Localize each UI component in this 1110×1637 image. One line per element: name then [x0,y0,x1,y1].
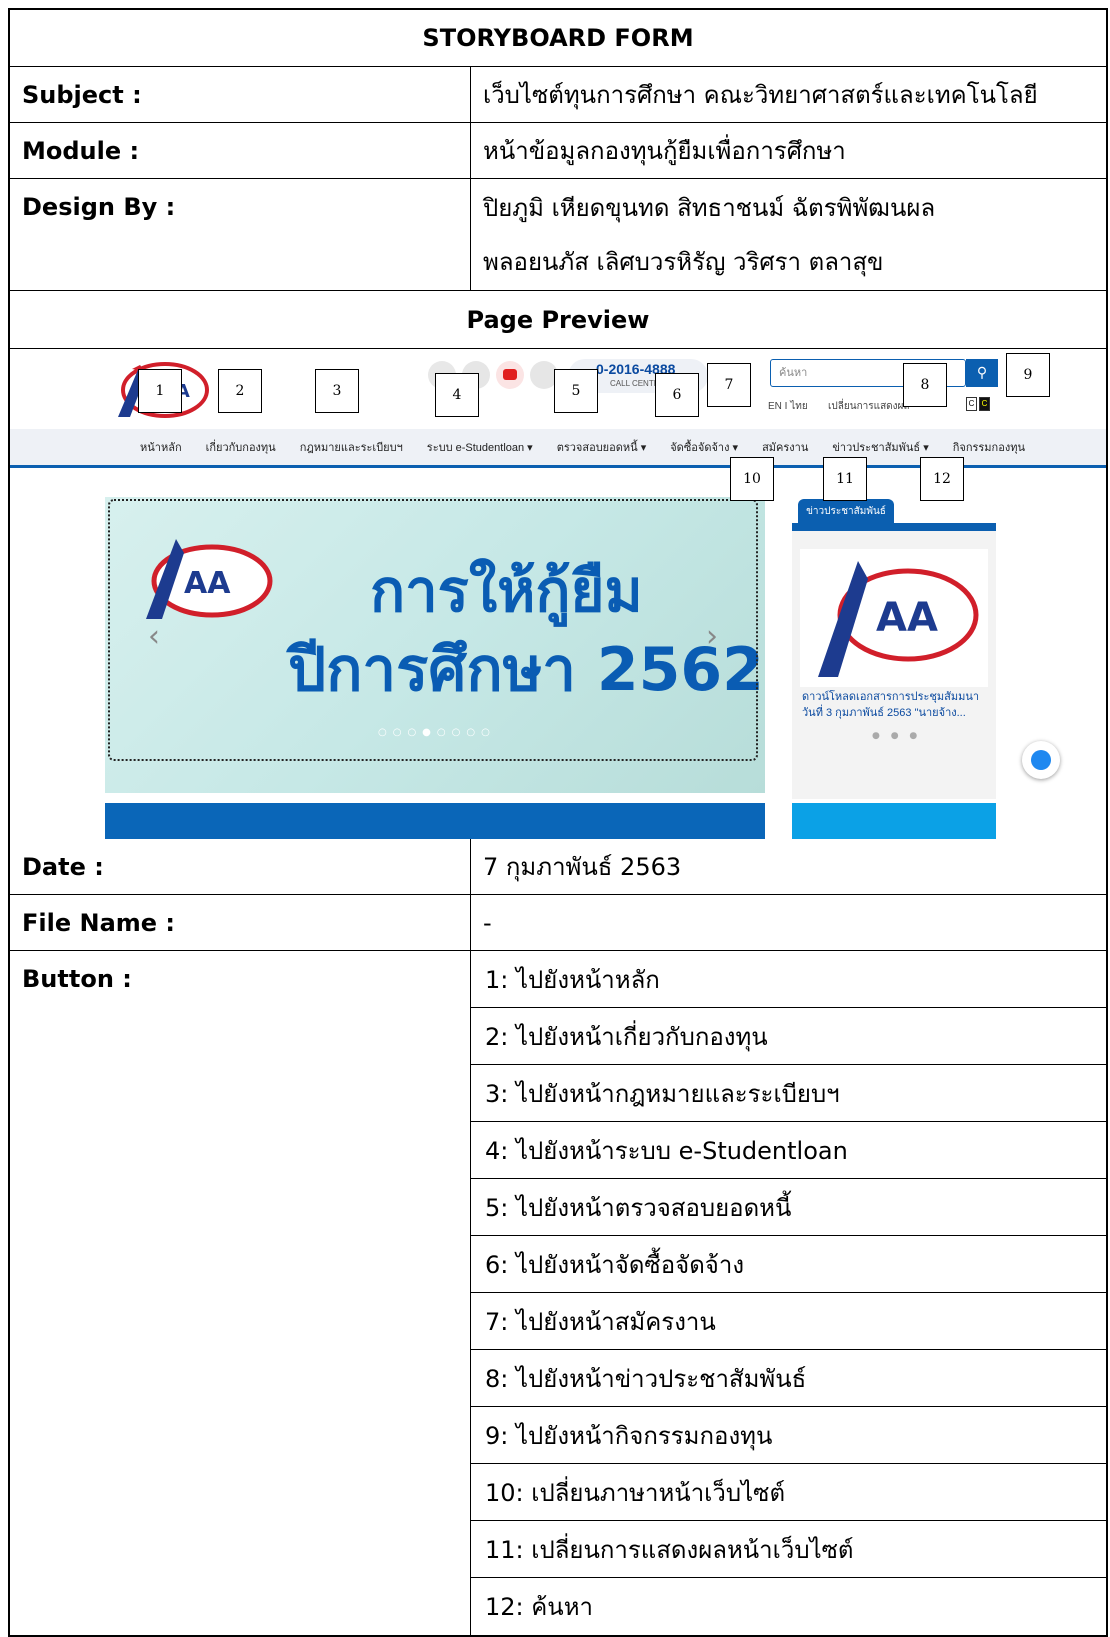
nav-item[interactable]: กฎหมายและระเบียบฯ [300,438,403,456]
contrast-switch[interactable]: C C [966,397,990,411]
module-row: Module : หน้าข้อมูลกองทุนกู้ยืมเพื่อการศ… [10,123,1106,179]
language-switch[interactable]: EN I ไทย [768,399,808,414]
file-name-value: - [483,908,492,937]
news-caption-line-2: วันที่ 3 กุมภาพันธ์ 2563 "นายจ้าง... [802,707,966,719]
button-spec-item: 11: เปลี่ยนการแสดงผลหน้าเว็บไซต์ [471,1521,1106,1578]
banner-highlight-frame [108,499,758,761]
date-value: 7 กุมภาพันธ์ 2563 [483,852,682,881]
callout-marker-6: 6 [655,373,699,417]
button-spec-item: 10: เปลี่ยนภาษาหน้าเว็บไซต์ [471,1464,1106,1521]
callout-marker-4: 4 [435,373,479,417]
button-spec-item: 5: ไปยังหน้าตรวจสอบยอดหนี้ [471,1179,1106,1236]
page-preview-screenshot: AA 0-2016-4888 CALL CENTER ค้นหา ⚲ EN I … [10,349,1106,839]
nav-item[interactable]: ตรวจสอบยอดหนี้ ▾ [557,438,647,456]
button-spec-item: 9: ไปยังหน้ากิจกรรมกองทุน [471,1407,1106,1464]
news-caption-line-1: ดาวน์โหลดเอกสารการประชุมสัมมนา [802,691,980,703]
subject-row: Subject : เว็บไซต์ทุนการศึกษา คณะวิทยาศา… [10,67,1106,123]
button-spec-item: 6: ไปยังหน้าจัดซื้อจัดจ้าง [471,1236,1106,1293]
file-name-label: File Name : [10,895,471,950]
button-spec-item: 3: ไปยังหน้ากฎหมายและระเบียบฯ [471,1065,1106,1122]
contrast-high[interactable]: C [979,397,990,411]
nav-item[interactable]: เกี่ยวกับกองทุน [206,438,276,456]
callout-marker-10: 10 [730,457,774,501]
storyboard-form: STORYBOARD FORM Subject : เว็บไซต์ทุนการ… [8,8,1108,1637]
callout-marker-11: 11 [823,457,867,501]
side-news-tab[interactable]: ข่าวประชาสัมพันธ์ [798,499,894,525]
subject-value: เว็บไซต์ทุนการศึกษา คณะวิทยาศาสตร์และเทค… [483,80,1038,109]
page-preview-row: AA 0-2016-4888 CALL CENTER ค้นหา ⚲ EN I … [10,349,1106,839]
youtube-icon[interactable] [496,361,524,389]
date-label: Date : [10,839,471,894]
search-icon[interactable]: ⚲ [966,359,998,387]
nav-item[interactable]: กิจกรรมกองทุน [953,438,1025,456]
callout-marker-5: 5 [554,369,598,413]
button-label: Button : [10,951,471,1635]
form-title: STORYBOARD FORM [422,24,694,52]
subject-label: Subject : [10,67,471,122]
design-by-label: Design By : [10,179,471,290]
callout-marker-3: 3 [315,369,359,413]
callout-marker-7: 7 [707,363,751,407]
button-spec-item: 4: ไปยังหน้าระบบ e-Studentloan [471,1122,1106,1179]
side-bottom-panel [792,803,996,839]
design-by-row: Design By : ปิยภูมิ เหียดขุนทด สิทธาชนม์… [10,179,1106,291]
button-spec-item: 1: ไปยังหน้าหลัก [471,951,1106,1008]
design-by-value: ปิยภูมิ เหียดขุนทด สิทธาชนม์ ฉัตรพิพัฒนผ… [471,179,1106,290]
nav-item[interactable]: จัดซื้อจัดจ้าง ▾ [670,438,738,456]
module-value: หน้าข้อมูลกองทุนกู้ยืมเพื่อการศึกษา [483,136,846,165]
callout-marker-1: 1 [138,369,182,413]
quick-links-bar [105,803,765,839]
button-spec-item: 12: ค้นหา [485,1593,594,1621]
nav-item[interactable]: ระบบ e-Studentloan ▾ [427,438,533,456]
nav-item[interactable]: ข่าวประชาสัมพันธ์ ▾ [832,438,928,456]
callout-marker-2: 2 [218,369,262,413]
page-preview-title-row: Page Preview [10,291,1106,349]
date-row: Date : 7 กุมภาพันธ์ 2563 [10,839,1106,895]
svg-text:AA: AA [876,595,938,641]
designers-line-1: ปิยภูมิ เหียดขุนทด สิทธาชนม์ ฉัตรพิพัฒนผ… [483,193,936,222]
button-spec-item: 8: ไปยังหน้าข่าวประชาสัมพันธ์ [471,1350,1106,1407]
news-dots[interactable]: ● ● ● [872,731,921,741]
nav-item[interactable]: หน้าหลัก [140,438,182,456]
news-thumbnail-icon: AA [800,549,988,687]
button-list: 1: ไปยังหน้าหลัก 2: ไปยังหน้าเกี่ยวกับกอง… [471,951,1106,1635]
news-caption[interactable]: ดาวน์โหลดเอกสารการประชุมสัมมนา วันที่ 3 … [802,689,992,721]
designers-line-2: พลอยนภัส เลิศบวรหิรัญ วริศรา ตลาสุข [483,247,884,276]
nav-item[interactable]: สมัครงาน [762,438,808,456]
callout-marker-9: 9 [1006,353,1050,397]
module-label: Module : [10,123,471,178]
button-spec-item: 7: ไปยังหน้าสมัครงาน [471,1293,1106,1350]
page-preview-title: Page Preview [466,305,650,334]
nav-items: หน้าหลัก เกี่ยวกับกองทุน กฎหมายและระเบียบฯ… [140,429,1025,465]
contrast-normal[interactable]: C [966,397,977,411]
file-name-row: File Name : - [10,895,1106,951]
callout-marker-12: 12 [920,457,964,501]
button-row: Button : 1: ไปยังหน้าหลัก 2: ไปยังหน้าเกี… [10,951,1106,1635]
display-toggle[interactable]: เปลี่ยนการแสดงผล [828,399,910,414]
messenger-icon[interactable] [1022,741,1060,779]
form-title-row: STORYBOARD FORM [10,10,1106,67]
callout-marker-8: 8 [903,363,947,407]
button-spec-item: 2: ไปยังหน้าเกี่ยวกับกองทุน [471,1008,1106,1065]
